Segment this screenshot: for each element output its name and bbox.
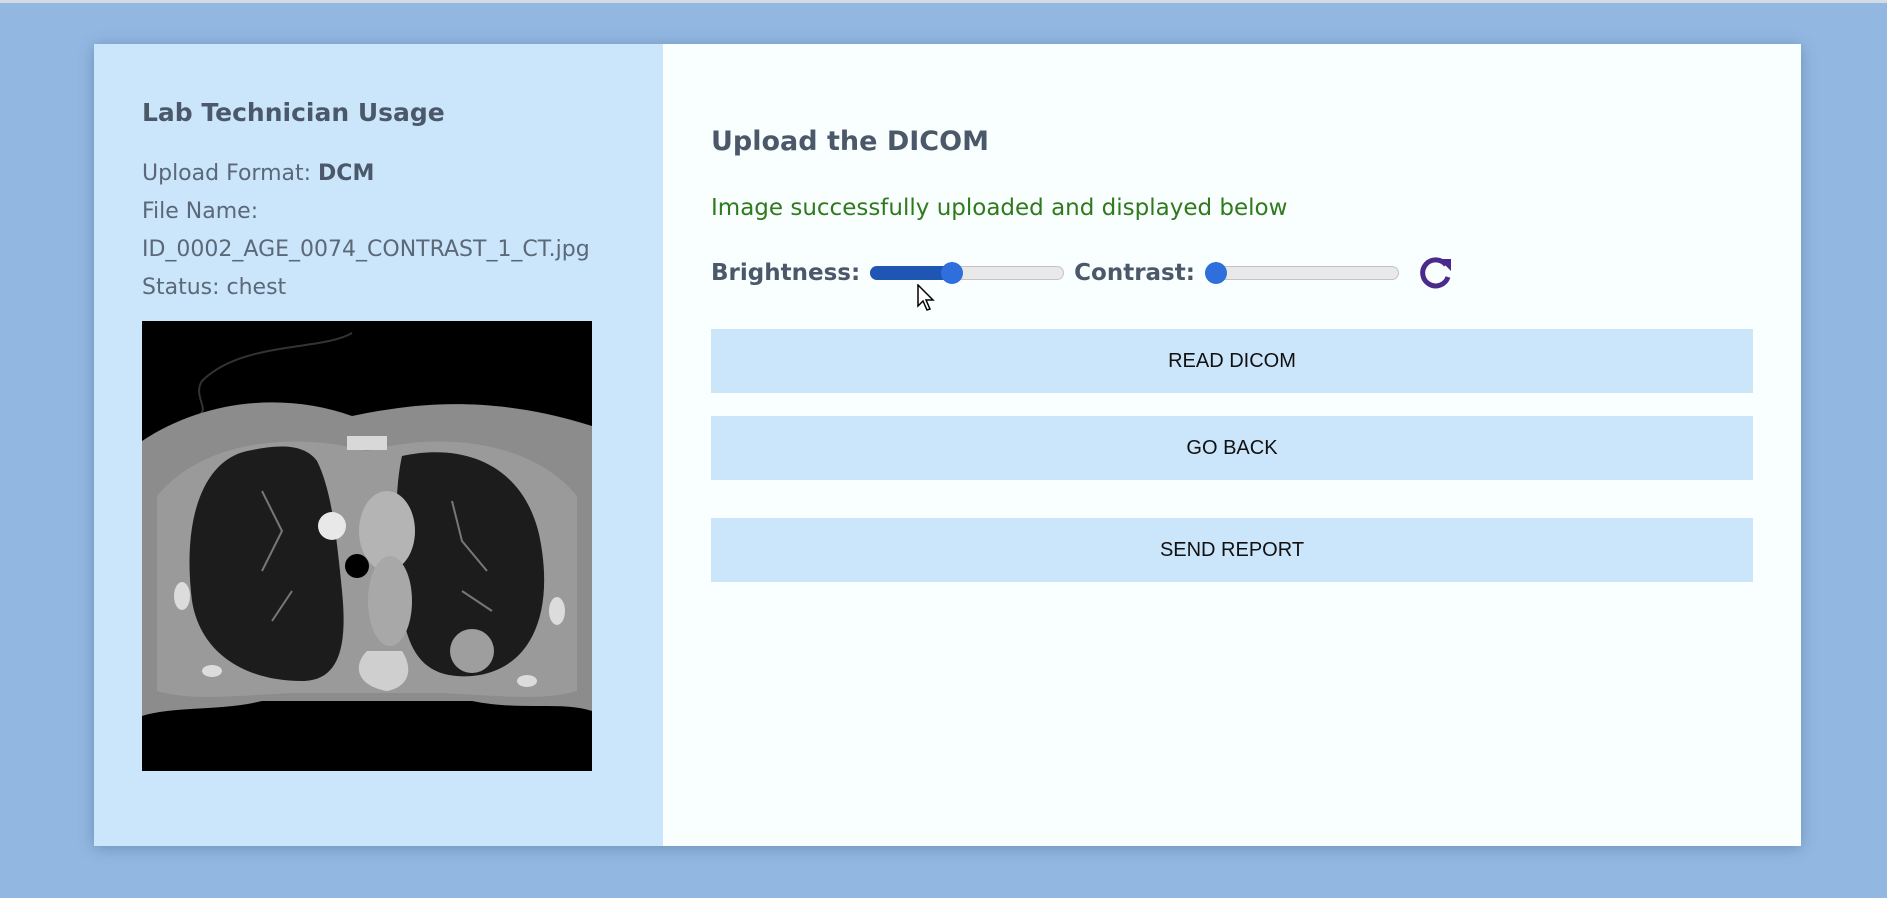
brightness-label: Brightness: <box>711 260 861 286</box>
upload-format-line: Upload Format: DCM <box>142 155 615 193</box>
refresh-icon[interactable] <box>1415 253 1455 293</box>
contrast-slider[interactable] <box>1204 262 1399 284</box>
success-message: Image successfully uploaded and displaye… <box>711 195 1288 221</box>
page-title: Upload the DICOM <box>711 126 989 157</box>
contrast-slider-track <box>1204 266 1399 280</box>
ct-scan-image <box>142 321 592 771</box>
read-dicom-button[interactable]: READ DICOM <box>711 329 1753 393</box>
main-panel: Upload the DICOM Image successfully uplo… <box>663 44 1801 846</box>
status-label: Status: <box>142 275 220 300</box>
mouse-cursor-icon <box>917 284 935 311</box>
brightness-slider-fill <box>870 266 953 280</box>
go-back-button[interactable]: GO BACK <box>711 416 1753 480</box>
app-card: Lab Technician Usage Upload Format: DCM … <box>94 44 1801 846</box>
brightness-slider[interactable] <box>870 262 1065 284</box>
contrast-label: Contrast: <box>1074 260 1195 286</box>
status-value: chest <box>226 275 287 300</box>
sidebar: Lab Technician Usage Upload Format: DCM … <box>94 44 663 846</box>
upload-format-value: DCM <box>318 161 375 186</box>
send-report-button[interactable]: SEND REPORT <box>711 518 1753 582</box>
image-controls: Brightness: Contrast: <box>711 251 1753 295</box>
file-name-label: File Name: <box>142 199 259 224</box>
upload-format-label: Upload Format: <box>142 161 312 186</box>
brightness-slider-thumb[interactable] <box>941 262 964 284</box>
window-top-border <box>0 0 1887 3</box>
contrast-slider-thumb[interactable] <box>1204 262 1227 284</box>
sidebar-title: Lab Technician Usage <box>142 98 445 127</box>
file-name-value: ID_0002_AGE_0074_CONTRAST_1_CT.jpg <box>142 237 590 262</box>
status-line: Status: chest <box>142 269 615 307</box>
